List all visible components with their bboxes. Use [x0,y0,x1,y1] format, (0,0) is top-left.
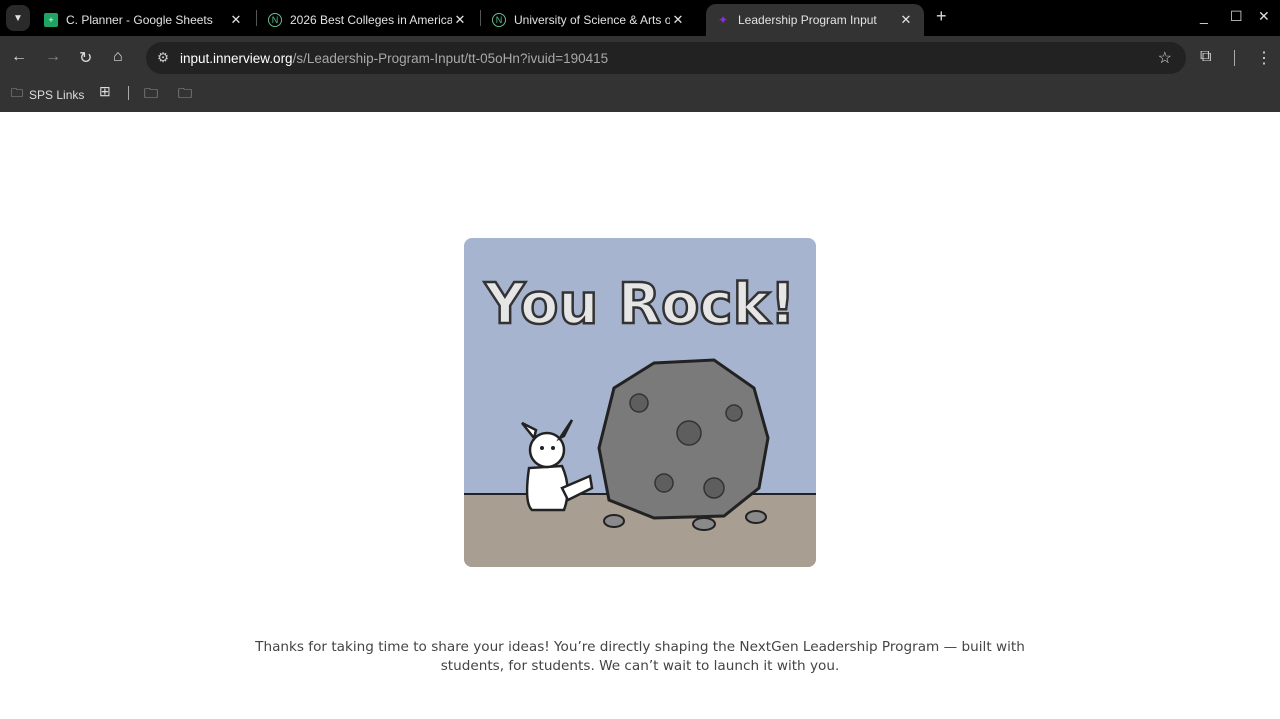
menu-icon[interactable]: ⋮ [1256,48,1272,68]
svg-text:You Rock!: You Rock! [484,272,796,337]
new-tab-button[interactable]: + [936,6,947,27]
bookmark-star-icon[interactable]: ☆ [1158,48,1172,68]
site-info-icon[interactable]: ⚙ [146,50,180,66]
reload-icon[interactable]: ↻ [79,48,92,68]
niche-icon: N [492,13,506,27]
apps-icon[interactable]: ⊞ [99,83,111,100]
maximize-button[interactable]: ☐ [1230,8,1243,25]
back-icon[interactable]: ← [11,48,27,66]
close-tab-icon[interactable]: ✕ [670,12,686,28]
close-tab-icon[interactable]: ✕ [228,12,244,28]
browser-toolbar: ← → ↻ ⌂ ⚙ input.innerview.org/s/Leadersh… [0,36,1280,112]
home-icon[interactable]: ⌂ [113,48,123,66]
close-tab-icon[interactable]: ✕ [898,12,914,28]
chevron-down-icon: ▼ [13,12,23,24]
thank-you-message: Thanks for taking time to share your ide… [255,639,1025,674]
tab-sheets[interactable]: + C. Planner - Google Sheets ✕ [34,4,254,36]
address-bar[interactable]: ⚙ input.innerview.org/s/Leadership-Progr… [146,42,1186,74]
tab-leadership-input[interactable]: ✦ Leadership Program Input ✕ [706,4,924,36]
google-sheets-icon: + [44,13,58,27]
minimize-button[interactable]: _ [1200,8,1208,24]
tab-best-colleges[interactable]: N 2026 Best Colleges in America ✕ [258,4,478,36]
close-tab-icon[interactable]: ✕ [452,12,468,28]
innerview-icon: ✦ [717,13,729,27]
you-rock-illustration: You Rock! [464,238,816,567]
extensions-icon[interactable]: ⧉ [1200,48,1211,66]
tab-search-button[interactable]: ▼ [6,5,30,31]
folder-icon: 🗀 [11,86,24,100]
tab-university[interactable]: N University of Science & Arts of Oklaho… [482,4,696,36]
bookmark-folder-icon[interactable]: 🗀 [178,83,192,107]
close-window-button[interactable]: ✕ [1258,8,1270,25]
niche-icon: N [268,13,282,27]
bookmark-sps-links[interactable]: 🗀 SPS Links [11,84,84,105]
bookmark-folder-icon[interactable]: 🗀 [144,83,158,107]
tab-bar: ▼ + C. Planner - Google Sheets ✕ N 2026 … [0,0,1280,36]
forward-icon[interactable]: → [45,48,61,66]
